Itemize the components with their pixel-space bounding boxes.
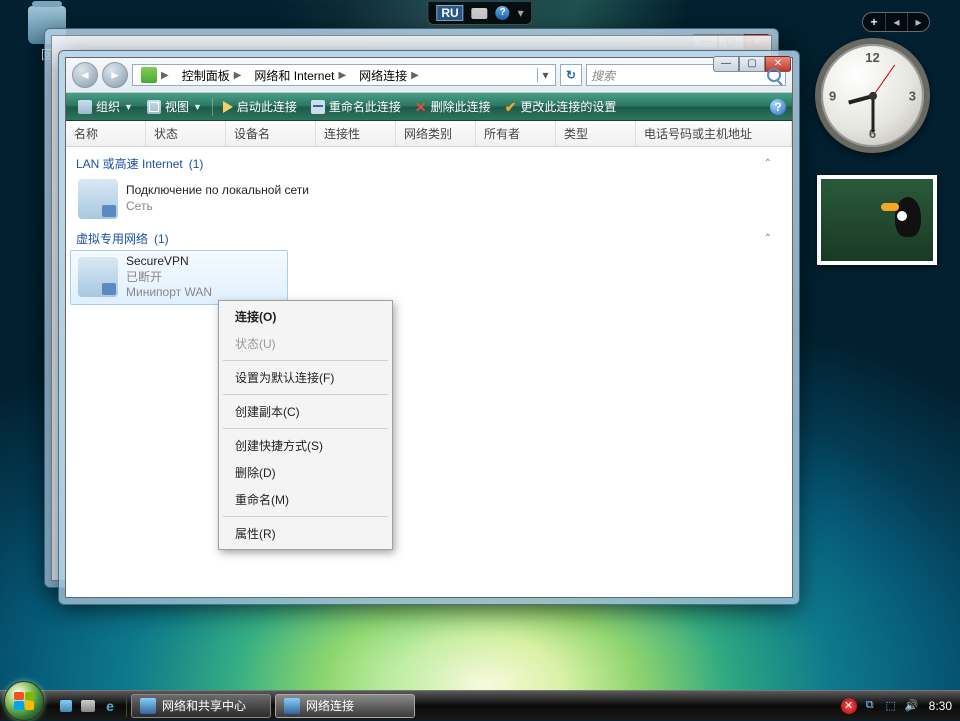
taskbar-clock[interactable]: 8:30	[929, 699, 952, 713]
lan-icon	[78, 179, 118, 219]
taskbar: e 网络和共享中心 网络连接 ✕ ⧉ ⬚ 🔊 8:30	[0, 690, 960, 720]
col-phone[interactable]: 电话号码或主机地址	[636, 121, 792, 146]
tray-volume-icon[interactable]: 🔊	[904, 698, 920, 714]
col-category[interactable]: 网络类别	[396, 121, 476, 146]
organize-button[interactable]: 组织▼	[72, 96, 139, 117]
dropdown-icon[interactable]: ▾	[518, 6, 524, 20]
col-connectivity[interactable]: 连接性	[316, 121, 396, 146]
command-bar: 组织▼ 视图▼ 启动此连接 重命名此连接 ✕删除此连接 ✔更改此连接的设置 ?	[66, 93, 792, 121]
ie-icon[interactable]: e	[100, 695, 120, 717]
network-connections-window: — ▢ ✕ ◄ ► ▶ 控制面板▶ 网络和 Internet▶ 网络连接▶ ▾ …	[58, 50, 800, 605]
prev-button[interactable]: ◂	[885, 13, 907, 31]
task-network-connections[interactable]: 网络连接	[275, 694, 415, 718]
maximize-button[interactable]: ▢	[739, 56, 765, 72]
back-button[interactable]: ◄	[72, 62, 98, 88]
crumb-network-connections[interactable]: 网络连接▶	[353, 65, 426, 85]
collapse-icon[interactable]: ⌃	[760, 156, 776, 171]
start-button[interactable]	[4, 681, 44, 721]
menu-create-shortcut[interactable]: 创建快捷方式(S)	[221, 432, 390, 459]
show-desktop-icon[interactable]	[56, 695, 76, 717]
network-conn-icon	[284, 698, 300, 714]
column-headers: 名称 状态 设备名 连接性 网络类别 所有者 类型 电话号码或主机地址	[66, 121, 792, 147]
lang-indicator[interactable]: RU	[436, 5, 463, 21]
col-name[interactable]: 名称	[66, 121, 146, 146]
language-bar[interactable]: RU ? ▾	[427, 2, 532, 25]
context-menu: 连接(O) 状态(U) 设置为默认连接(F) 创建副本(C) 创建快捷方式(S)…	[218, 300, 393, 550]
control-panel-icon	[141, 67, 157, 83]
crumb-control-panel[interactable]: 控制面板▶	[176, 65, 249, 85]
delete-connection-button[interactable]: ✕删除此连接	[409, 96, 497, 117]
menu-delete[interactable]: 删除(D)	[221, 459, 390, 486]
group-lan[interactable]: LAN 或高速 Internet(1) ⌃	[66, 149, 792, 174]
next-button[interactable]: ▸	[907, 13, 929, 31]
breadcrumb[interactable]: ▶ 控制面板▶ 网络和 Internet▶ 网络连接▶ ▾	[132, 64, 556, 86]
tray-network2-icon[interactable]: ⬚	[883, 698, 899, 714]
crumb-network-internet[interactable]: 网络和 Internet▶	[248, 65, 353, 85]
network-center-icon	[140, 698, 156, 714]
menu-rename[interactable]: 重命名(M)	[221, 486, 390, 513]
refresh-button[interactable]: ↻	[560, 64, 582, 86]
col-device[interactable]: 设备名	[226, 121, 316, 146]
bird-image	[895, 197, 921, 237]
sidebar-controls[interactable]: + ◂ ▸	[862, 12, 930, 32]
quick-launch: e	[50, 695, 127, 717]
connection-settings-button[interactable]: ✔更改此连接的设置	[499, 96, 623, 117]
collapse-icon[interactable]: ⌃	[760, 231, 776, 246]
task-network-center[interactable]: 网络和共享中心	[131, 694, 271, 718]
rename-icon	[311, 100, 325, 114]
switch-windows-icon[interactable]	[78, 695, 98, 717]
menu-properties[interactable]: 属性(R)	[221, 520, 390, 547]
connections-list: LAN 或高速 Internet(1) ⌃ Подключение по лок…	[66, 147, 792, 597]
lan-connection-item[interactable]: Подключение по локальной сети Сеть	[70, 175, 788, 223]
play-icon	[223, 101, 233, 113]
help-button[interactable]: ?	[770, 99, 786, 115]
add-gadget-button[interactable]: +	[863, 13, 885, 31]
search-icon	[767, 68, 781, 82]
slideshow-gadget[interactable]	[817, 175, 937, 265]
tray-security-icon[interactable]: ✕	[841, 698, 857, 714]
delete-icon: ✕	[415, 100, 427, 114]
help-icon[interactable]: ?	[496, 6, 510, 20]
forward-button[interactable]: ►	[102, 62, 128, 88]
rename-connection-button[interactable]: 重命名此连接	[305, 96, 407, 117]
clock-gadget[interactable]: 12369	[815, 38, 930, 153]
group-vpn[interactable]: 虚拟专用网络(1) ⌃	[66, 224, 792, 249]
start-connection-button[interactable]: 启动此连接	[217, 96, 303, 117]
organize-icon	[78, 100, 92, 114]
menu-set-default[interactable]: 设置为默认连接(F)	[221, 364, 390, 391]
address-bar-row: ◄ ► ▶ 控制面板▶ 网络和 Internet▶ 网络连接▶ ▾ ↻ 搜索	[66, 58, 792, 93]
keyboard-icon[interactable]	[472, 8, 488, 19]
vpn-icon	[78, 257, 118, 297]
check-icon: ✔	[505, 100, 517, 114]
view-icon	[147, 100, 161, 114]
windows-logo-icon	[14, 692, 34, 710]
col-status[interactable]: 状态	[146, 121, 226, 146]
tray-network-icon[interactable]: ⧉	[862, 698, 878, 714]
breadcrumb-dropdown[interactable]: ▾	[537, 68, 553, 82]
view-button[interactable]: 视图▼	[141, 96, 208, 117]
minimize-button[interactable]: —	[713, 56, 739, 72]
vpn-connection-item[interactable]: SecureVPN 已断开 Минипорт WAN	[70, 250, 288, 305]
system-tray: ✕ ⧉ ⬚ 🔊 8:30	[833, 698, 960, 714]
col-owner[interactable]: 所有者	[476, 121, 556, 146]
col-type[interactable]: 类型	[556, 121, 636, 146]
menu-create-copy[interactable]: 创建副本(C)	[221, 398, 390, 425]
menu-status: 状态(U)	[221, 330, 390, 357]
menu-connect[interactable]: 连接(O)	[221, 303, 390, 330]
